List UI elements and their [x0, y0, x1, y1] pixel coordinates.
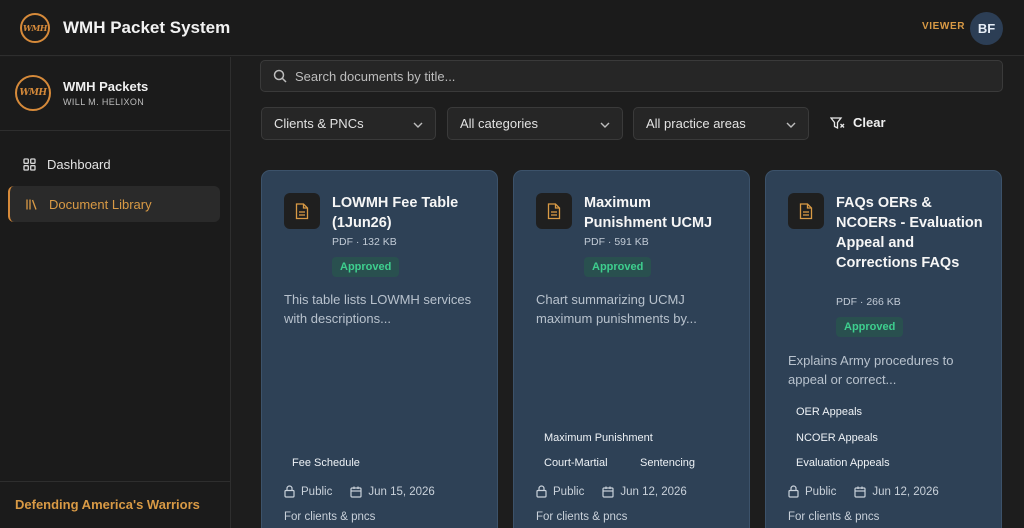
sidebar-item-label: Dashboard: [47, 156, 111, 172]
app-title: WMH Packet System: [63, 17, 231, 37]
app-logo[interactable]: WMH: [20, 12, 50, 43]
clear-filters-button[interactable]: Clear: [830, 115, 886, 130]
lock-icon: [284, 485, 295, 498]
document-icon: [788, 193, 824, 229]
visibility-label: Public: [553, 485, 585, 498]
lock-icon: [536, 485, 547, 498]
visibility-label: Public: [301, 485, 333, 498]
calendar-icon: [350, 486, 362, 498]
clear-filters-label: Clear: [853, 115, 886, 130]
audience-filter-value: Clients & PNCs: [274, 116, 364, 131]
sidebar-item-dashboard[interactable]: Dashboard: [8, 146, 220, 182]
document-audience: For clients & pncs: [536, 511, 628, 523]
document-footer: Public Jun 15, 2026: [284, 485, 435, 498]
search-input[interactable]: [295, 68, 975, 84]
sidebar-brand: WMH WMH Packets WILL M. HELIXON: [15, 75, 148, 111]
chevron-down-icon: [600, 116, 610, 131]
lock-icon: [788, 485, 799, 498]
document-date: Jun 12, 2026: [620, 485, 687, 498]
status-badge: Approved: [584, 257, 652, 277]
document-icon: [284, 193, 320, 229]
brand-subtitle: WILL M. HELIXON: [63, 97, 145, 107]
search-bar: [260, 60, 1003, 92]
document-description: Chart summarizing UCMJ maximum punishmen…: [536, 292, 697, 326]
practice-area-filter-value: All practice areas: [646, 116, 746, 131]
document-tag: Maximum Punishment: [544, 432, 653, 444]
document-card[interactable]: Maximum Punishment UCMJ PDF · 591 KB App…: [513, 170, 750, 528]
sidebar-divider: [0, 130, 230, 131]
calendar-icon: [854, 486, 866, 498]
document-footer: Public Jun 12, 2026: [536, 485, 687, 498]
category-filter-select[interactable]: All categories: [447, 107, 623, 140]
document-title[interactable]: LOWMH Fee Table (1Jun26): [332, 193, 482, 233]
document-date: Jun 15, 2026: [368, 485, 435, 498]
document-date: Jun 12, 2026: [872, 485, 939, 498]
document-audience: For clients & pncs: [788, 511, 880, 523]
practice-area-filter-select[interactable]: All practice areas: [633, 107, 809, 140]
filter-clear-icon: [830, 116, 845, 130]
audience-filter-select[interactable]: Clients & PNCs: [261, 107, 436, 140]
calendar-icon: [602, 486, 614, 498]
document-description: This table lists LOWMH services with des…: [284, 292, 472, 326]
sidebar-item-document-library[interactable]: Document Library: [8, 186, 220, 222]
top-bar: WMH WMH Packet System: [0, 0, 1024, 56]
library-icon: [24, 197, 38, 211]
brand-logo: WMH: [15, 75, 51, 111]
document-title[interactable]: Maximum Punishment UCMJ: [584, 193, 734, 233]
sidebar-item-label: Document Library: [49, 196, 152, 212]
chevron-down-icon: [786, 116, 796, 131]
document-title[interactable]: FAQs OERs & NCOERs - Evaluation Appeal a…: [836, 193, 986, 273]
status-badge: Approved: [332, 257, 400, 277]
document-meta: PDF · 591 KB: [584, 236, 649, 248]
search-icon: [273, 69, 287, 83]
chevron-down-icon: [413, 116, 423, 131]
document-audience: For clients & pncs: [284, 511, 376, 523]
document-tag: NCOER Appeals: [796, 432, 878, 444]
sidebar-tagline: Defending America's Warriors: [15, 497, 200, 512]
category-filter-value: All categories: [460, 116, 539, 131]
grid-icon: [22, 157, 36, 171]
status-badge: Approved: [836, 317, 904, 337]
visibility-label: Public: [805, 485, 837, 498]
document-tag: Sentencing: [640, 457, 696, 469]
brand-name: WMH Packets: [63, 79, 149, 94]
sidebar-divider: [0, 481, 230, 482]
document-icon: [536, 193, 572, 229]
document-tag: Fee Schedule: [292, 457, 360, 469]
document-footer: Public Jun 12, 2026: [788, 485, 939, 498]
document-card[interactable]: FAQs OERs & NCOERs - Evaluation Appeal a…: [765, 170, 1002, 528]
document-meta: PDF · 132 KB: [332, 236, 397, 248]
user-avatar[interactable]: BF: [970, 12, 1003, 45]
document-card[interactable]: LOWMH Fee Table (1Jun26) PDF · 132 KB Ap…: [261, 170, 498, 528]
document-description: Explains Army procedures to appeal or co…: [788, 353, 954, 387]
document-tag: OER Appeals: [796, 406, 863, 418]
document-tag: Court-Martial: [544, 457, 608, 469]
document-tag: Evaluation Appeals: [796, 457, 890, 469]
sidebar: WMH WMH Packets WILL M. HELIXON Dashboar…: [0, 57, 231, 528]
document-meta: PDF · 266 KB: [836, 296, 901, 308]
user-role-label: VIEWER: [922, 21, 966, 32]
